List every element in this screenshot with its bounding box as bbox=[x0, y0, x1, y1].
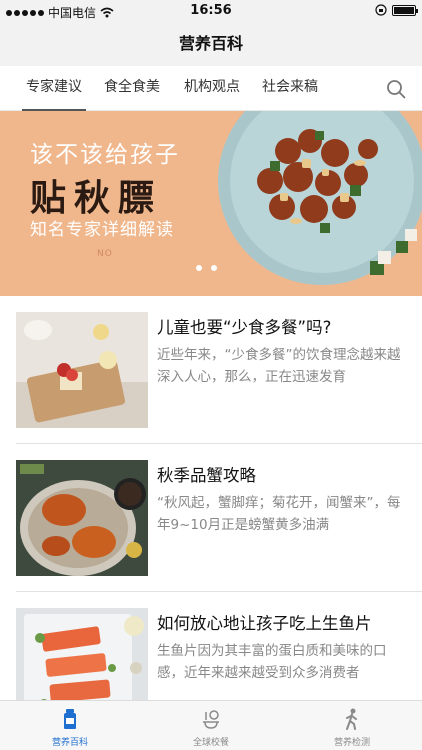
status-bar: 中国电信 16:56 bbox=[0, 0, 422, 22]
nav-bar: 营养百科 bbox=[0, 22, 422, 66]
status-time: 16:56 bbox=[190, 3, 232, 18]
banner-headline: 该不该给孩子 bbox=[30, 142, 180, 168]
globe-meal-icon bbox=[203, 710, 219, 729]
status-right bbox=[375, 4, 418, 16]
bottom-tab-label: 全球校餐 bbox=[192, 738, 229, 748]
article-title: 秋季品蟹攻略 bbox=[157, 466, 256, 485]
bottom-tab-nutrition-wiki[interactable]: 营养百科 bbox=[0, 701, 140, 750]
tab-food[interactable]: 食全食美 bbox=[104, 66, 160, 111]
article-summary: 近些年来，“少食多餐”的饮食理念越来越深入人心，那么，正在迅速发育 bbox=[157, 347, 401, 385]
bottom-tab-global-meals[interactable]: 全球校餐 bbox=[141, 701, 281, 750]
bottom-tab-bar: 营养百科 全球校餐 营养检测 bbox=[0, 700, 422, 750]
article-thumbnail bbox=[16, 312, 148, 428]
battery-icon bbox=[392, 4, 418, 16]
article-title: 如何放心地让孩子吃上生鱼片 bbox=[157, 614, 372, 633]
article-summary: “秋风起，蟹脚痒；菊花开，闻蟹来”，每年9~10月正是螃蟹黄多油满 bbox=[157, 495, 401, 533]
article-list-item[interactable]: 秋季品蟹攻略 “秋风起，蟹脚痒；菊花开，闻蟹来”，每年9~10月正是螃蟹黄多油满 bbox=[0, 444, 422, 592]
rotation-lock-icon bbox=[375, 4, 387, 16]
tab-expert-advice[interactable]: 专家建议 bbox=[22, 66, 86, 111]
page-title: 营养百科 bbox=[178, 34, 243, 53]
tab-institution-views[interactable]: 机构观点 bbox=[184, 66, 240, 111]
carousel-dot[interactable] bbox=[211, 265, 217, 271]
article-title: 儿童也要“少食多餐”吗? bbox=[157, 318, 332, 337]
article-list-item[interactable]: 儿童也要“少食多餐”吗? 近些年来，“少食多餐”的饮食理念越来越深入人心，那么，… bbox=[0, 296, 422, 444]
bottom-tab-label: 营养检测 bbox=[333, 738, 370, 748]
banner-carousel[interactable]: 该不该给孩子 贴秋膘 知名专家详细解读 NO bbox=[0, 111, 422, 296]
carousel-pagination bbox=[196, 265, 217, 271]
person-walk-icon bbox=[346, 708, 357, 730]
category-tab-bar: 专家建议 食全食美 机构观点 社会来稿 bbox=[0, 66, 422, 111]
banner-tag: NO bbox=[97, 249, 113, 259]
article-summary: 生鱼片因为其丰富的蛋白质和美味的口感，近年来越来越受到众多消费者 bbox=[157, 643, 387, 681]
bottom-tab-nutrition-check[interactable]: 营养检测 bbox=[282, 701, 422, 750]
bottom-tab-label: 营养百科 bbox=[51, 738, 88, 748]
banner-subtitle: 知名专家详细解读 bbox=[30, 220, 174, 240]
bottle-icon bbox=[64, 709, 76, 729]
banner-title: 贴秋膘 bbox=[30, 177, 163, 219]
article-thumbnail bbox=[16, 460, 148, 576]
carousel-dot[interactable] bbox=[196, 265, 202, 271]
tab-submissions[interactable]: 社会来稿 bbox=[262, 66, 318, 111]
banner-food-image bbox=[218, 111, 422, 285]
search-icon[interactable] bbox=[386, 79, 406, 99]
